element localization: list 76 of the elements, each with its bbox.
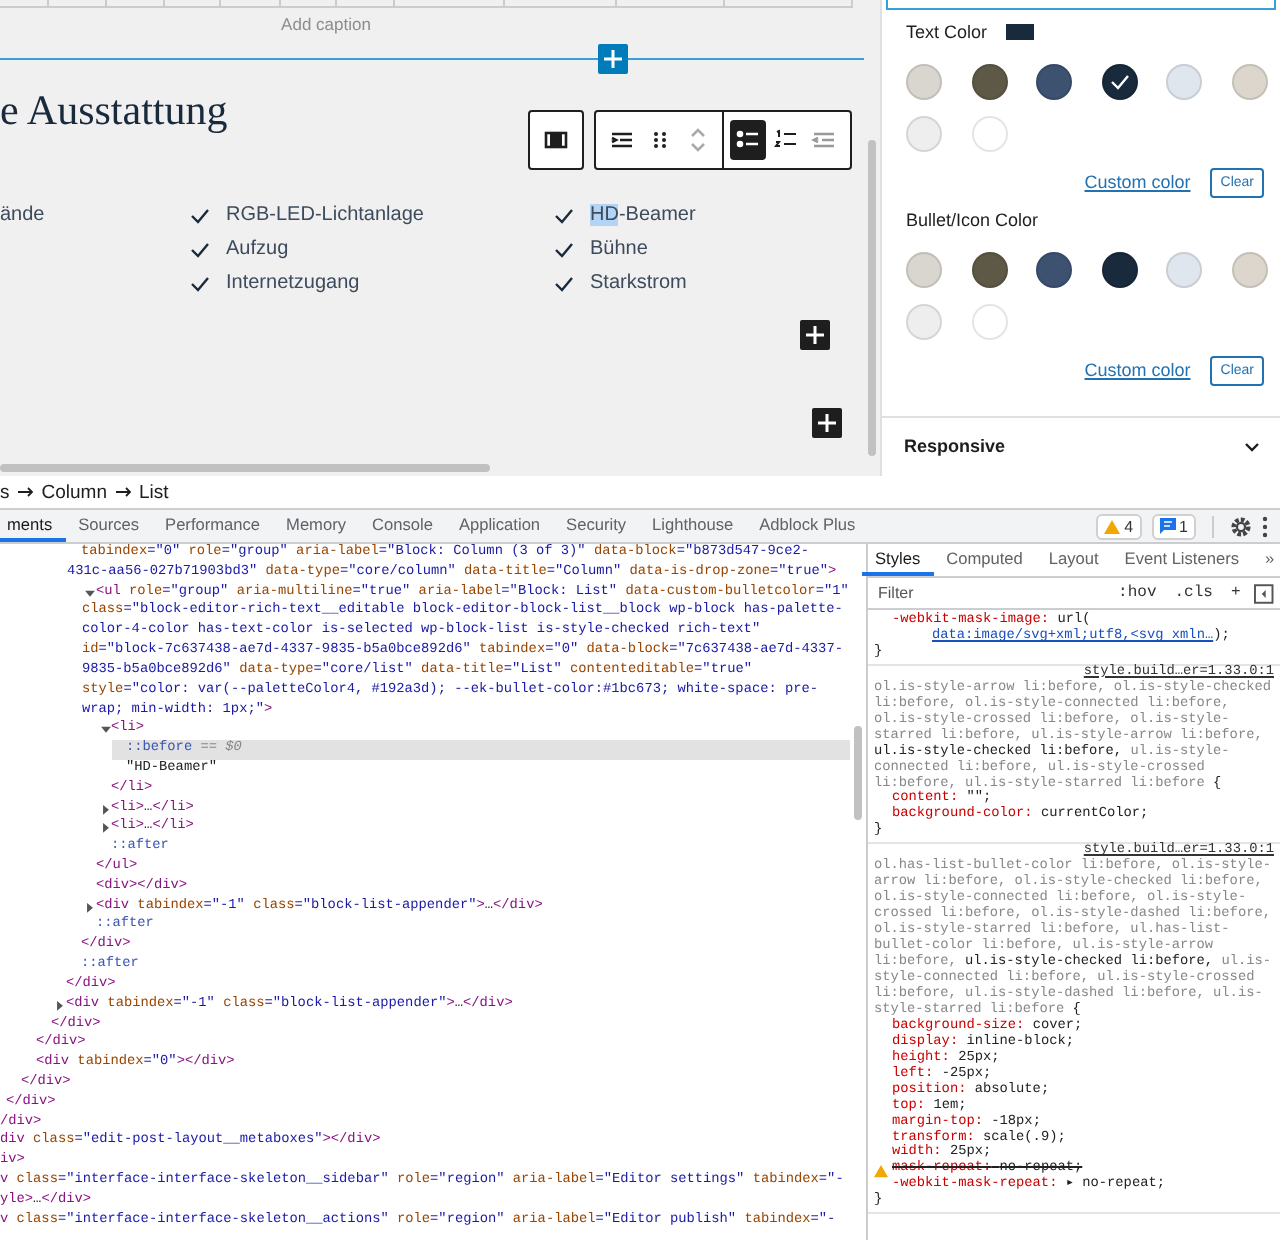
- color-swatch[interactable]: [906, 303, 942, 340]
- devtools-tab[interactable]: Adblock Plus: [746, 510, 869, 542]
- devtools-tab[interactable]: Application: [445, 510, 554, 542]
- color-swatch[interactable]: [1166, 63, 1203, 100]
- plus-icon: [806, 326, 824, 344]
- add-block-button[interactable]: [812, 408, 842, 438]
- color-swatch[interactable]: [906, 115, 942, 152]
- more-menu-icon[interactable]: [1262, 515, 1268, 537]
- new-rule-button[interactable]: +: [1226, 584, 1245, 602]
- list-item-text: Bühne: [590, 238, 648, 260]
- sidebar-toggle-icon[interactable]: [1254, 583, 1274, 603]
- list-item-text: ände: [0, 204, 45, 226]
- input-field[interactable]: [886, 0, 1276, 10]
- styles-tab[interactable]: Layout: [1035, 544, 1112, 576]
- arrow-right-icon: [115, 486, 131, 498]
- color-swatch[interactable]: [1101, 63, 1138, 100]
- color-swatch[interactable]: [971, 251, 1008, 288]
- color-swatch[interactable]: [1036, 63, 1073, 100]
- add-block-button[interactable]: [800, 320, 830, 350]
- messages-badge[interactable]: 1: [1151, 513, 1196, 539]
- devtools-tab[interactable]: Performance: [152, 510, 274, 542]
- color-swatch[interactable]: [1231, 63, 1268, 100]
- horizontal-scrollbar[interactable]: [0, 464, 490, 472]
- section-title: Text Color: [906, 21, 988, 42]
- chevron-icon: [1244, 441, 1260, 452]
- heading-text: e Ausstattung: [0, 84, 230, 136]
- message-icon: [1159, 518, 1176, 534]
- warnings-badge[interactable]: 4: [1096, 513, 1142, 539]
- list-item-text: RGB-LED-Lichtanlage: [226, 204, 424, 226]
- plus-icon: [818, 414, 836, 432]
- plus-icon: [604, 50, 622, 68]
- color-swatch[interactable]: [971, 303, 1008, 340]
- color-swatch[interactable]: [1166, 251, 1203, 288]
- color-swatch[interactable]: [906, 251, 942, 288]
- color-swatch[interactable]: [906, 63, 942, 100]
- settings-icon[interactable]: [1230, 515, 1252, 537]
- styles-tab[interactable]: Computed: [933, 544, 1036, 576]
- breadcrumb-link[interactable]: Column: [41, 481, 107, 503]
- list-item-text: Aufzug: [226, 238, 289, 260]
- breadcrumb-link[interactable]: s: [0, 481, 10, 503]
- custom-color-link[interactable]: Custom color: [1084, 360, 1191, 381]
- devtools-tab[interactable]: Lighthouse: [639, 510, 747, 542]
- styles-tab[interactable]: Event Listeners: [1111, 544, 1252, 576]
- vertical-scrollbar[interactable]: [854, 726, 862, 820]
- columns-icon: [542, 126, 570, 154]
- devtools-tab[interactable]: Memory: [273, 510, 359, 542]
- devtools-tab[interactable]: Security: [553, 510, 640, 542]
- insert-block-button[interactable]: [598, 44, 628, 74]
- bullets-button[interactable]: [730, 120, 766, 160]
- breadcrumb-link[interactable]: List: [139, 481, 169, 503]
- more-tabs-button[interactable]: »: [1251, 544, 1280, 576]
- panel-title: Responsive: [904, 436, 1006, 457]
- color-swatch[interactable]: [1231, 251, 1268, 288]
- custom-color-link[interactable]: Custom color: [1084, 172, 1191, 193]
- color-swatch[interactable]: [971, 63, 1008, 100]
- panel-header[interactable]: Responsive: [882, 415, 1280, 476]
- styles-tab[interactable]: Styles: [862, 544, 934, 576]
- list-item-text: HD-Beamer: [590, 204, 696, 226]
- vertical-scrollbar[interactable]: [868, 140, 876, 456]
- class-button[interactable]: .cls: [1170, 584, 1217, 602]
- collapsed-arrow-icon[interactable]: [99, 799, 111, 819]
- list-item-text: Internetzugang: [226, 272, 360, 294]
- devtools-tab[interactable]: Console: [359, 510, 446, 542]
- color-swatch[interactable]: [1101, 251, 1138, 288]
- color-swatch[interactable]: [1036, 251, 1073, 288]
- devtools-tab[interactable]: Sources: [65, 510, 153, 542]
- list-item-text: Starkstrom: [590, 272, 687, 294]
- warning-icon: [1104, 519, 1121, 533]
- devtools-tab[interactable]: ments: [0, 510, 66, 542]
- section-title: Bullet/Icon Color: [906, 209, 1039, 230]
- collapsed-arrow-icon[interactable]: [54, 995, 66, 1015]
- arrow-right-icon: [17, 486, 34, 498]
- color-swatch[interactable]: [971, 115, 1008, 152]
- hover-state-button[interactable]: :hov: [1114, 584, 1161, 602]
- collapsed-arrow-icon[interactable]: [84, 897, 96, 917]
- check-icon: [1109, 73, 1130, 90]
